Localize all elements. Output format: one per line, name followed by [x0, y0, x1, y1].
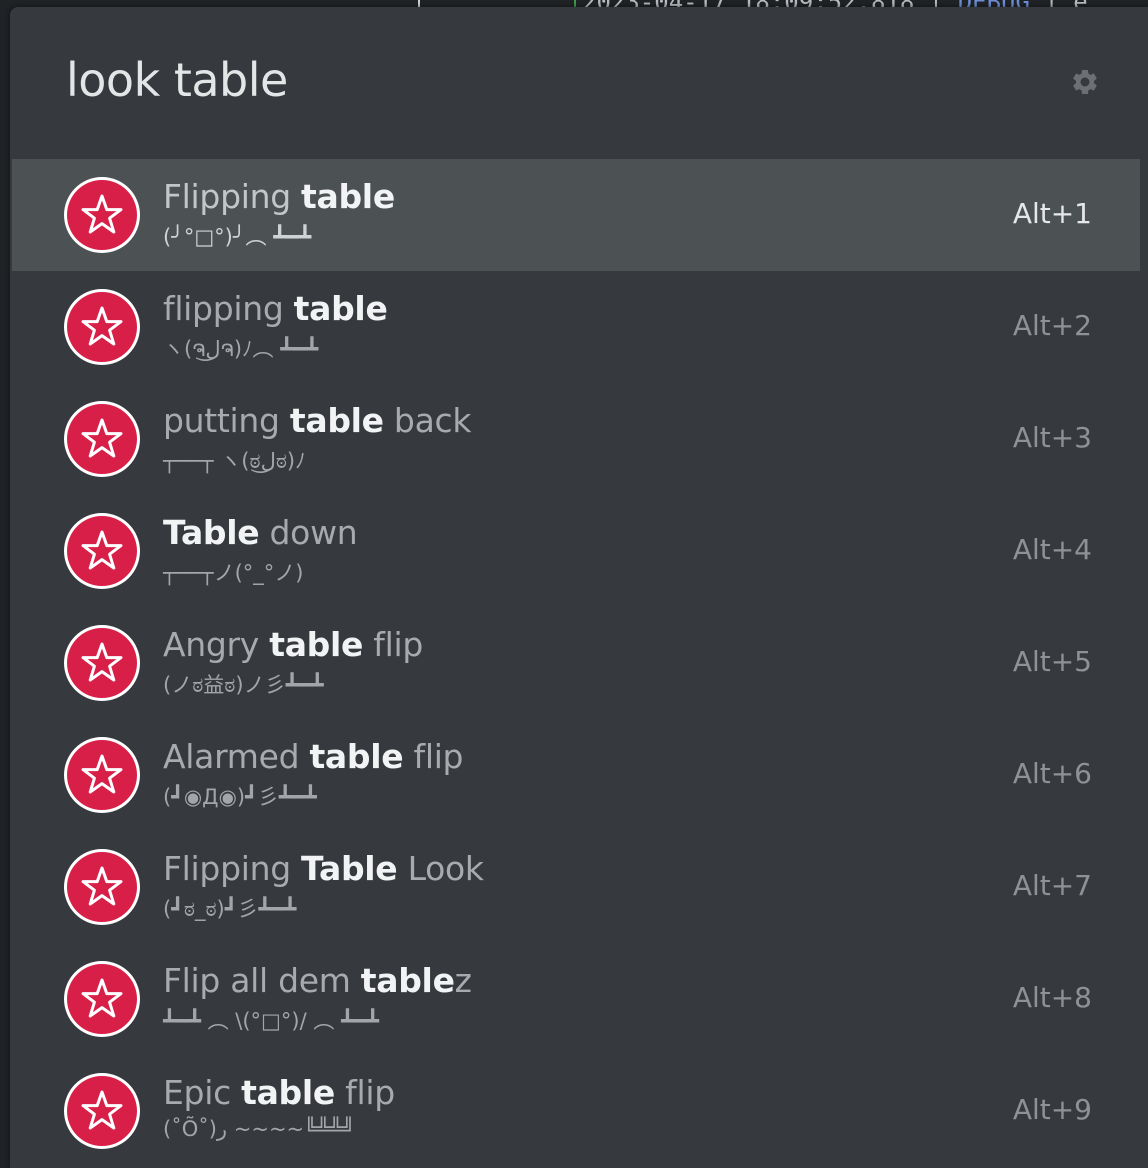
result-title-match: Table — [301, 849, 398, 888]
result-shortcut: Alt+8 — [1012, 981, 1092, 1014]
result-item[interactable]: Alarmed table flip (┛◉Д◉)┛彡┻━┻ Alt+6 — [12, 719, 1140, 831]
result-title-match: table — [293, 289, 388, 328]
result-title-text: Epic — [163, 1073, 242, 1112]
search-input[interactable] — [66, 45, 966, 115]
results-list: Flipping table (╯°□°)╯︵ ┻━┻ Alt+1 flipping … — [12, 159, 1140, 1167]
result-icon — [62, 1071, 142, 1151]
result-title-text: Flip all dem — [163, 961, 361, 1000]
result-title-match: table — [360, 961, 455, 1000]
star-icon — [64, 401, 140, 477]
result-item[interactable]: flipping table ヽ(ຈل͜ຈ)ﾉ︵ ┻━┻ Alt+2 — [12, 271, 1140, 383]
result-icon — [62, 399, 142, 479]
result-shortcut: Alt+7 — [1012, 869, 1092, 902]
star-icon — [64, 177, 140, 253]
result-item[interactable]: Flipping table (╯°□°)╯︵ ┻━┻ Alt+1 — [12, 159, 1140, 271]
result-item[interactable]: Angry table flip (ノಠ益ಠ)ノ彡┻━┻ Alt+5 — [12, 607, 1140, 719]
result-title-match: table — [301, 177, 395, 216]
result-title-text: down — [259, 513, 358, 552]
result-description: (ノಠ益ಠ)ノ彡┻━┻ — [163, 673, 324, 697]
query-bar — [10, 7, 1148, 157]
star-icon — [64, 289, 140, 365]
result-title-text: Angry — [163, 625, 270, 664]
star-icon — [64, 737, 140, 813]
result-title-text: putting — [163, 401, 290, 440]
result-icon — [62, 175, 142, 255]
result-icon — [62, 287, 142, 367]
result-icon — [62, 959, 142, 1039]
result-description: (˚Õ˚)ر ~~~~╚╩╩╝ — [163, 1117, 355, 1141]
result-title: Table down — [163, 513, 358, 552]
launcher-window: Flipping table (╯°□°)╯︵ ┻━┻ Alt+1 flipping … — [10, 7, 1148, 1168]
result-icon — [62, 623, 142, 703]
result-description: ┻━┻ ︵ \(°□°)/ ︵ ┻━┻ — [163, 1009, 379, 1033]
result-description: (┛◉Д◉)┛彡┻━┻ — [163, 785, 317, 809]
result-title-match: table — [241, 1073, 335, 1112]
result-title-match: table — [269, 625, 364, 664]
result-description: ヽ(ຈل͜ຈ)ﾉ︵ ┻━┻ — [163, 337, 319, 361]
result-shortcut: Alt+3 — [1012, 421, 1092, 454]
result-icon — [62, 735, 142, 815]
result-title: flipping table — [163, 289, 388, 328]
result-description: (╯°□°)╯︵ ┻━┻ — [163, 225, 312, 249]
result-title-text: flip — [403, 737, 464, 776]
result-title-text: flip — [363, 625, 423, 664]
result-item[interactable]: Epic table flip (˚Õ˚)ر ~~~~╚╩╩╝ Alt+9 — [12, 1055, 1140, 1167]
result-item[interactable]: Flipping Table Look (┛ಠ_ಠ)┛彡┻━┻ Alt+7 — [12, 831, 1140, 943]
result-item[interactable]: putting table back ┬──┬ ヽ(ಠل͜ಠ)ﾉ Alt+3 — [12, 383, 1140, 495]
result-title-text: z — [454, 961, 472, 1000]
result-shortcut: Alt+1 — [1012, 197, 1092, 230]
gear-icon — [1073, 69, 1097, 94]
result-title-text: flipping — [163, 289, 294, 328]
result-icon — [62, 511, 142, 591]
result-shortcut: Alt+5 — [1012, 645, 1092, 678]
result-title-text: Flipping — [163, 177, 302, 216]
result-title: Flipping table — [163, 177, 395, 216]
result-title-match: table — [309, 737, 404, 776]
result-title-match: Table — [163, 513, 260, 552]
result-title: Alarmed table flip — [163, 737, 464, 776]
result-icon — [62, 847, 142, 927]
result-description: ┬──┬ノ(°_°ノ) — [163, 561, 304, 585]
result-shortcut: Alt+6 — [1012, 757, 1092, 790]
result-description: ┬──┬ ヽ(ಠل͜ಠ)ﾉ — [163, 449, 306, 473]
result-item[interactable]: Table down ┬──┬ノ(°_°ノ) Alt+4 — [12, 495, 1140, 607]
star-icon — [64, 961, 140, 1037]
result-shortcut: Alt+4 — [1012, 533, 1092, 566]
result-item[interactable]: Flip all dem tablez ┻━┻ ︵ \(°□°)/ ︵ ┻━┻ Al… — [12, 943, 1140, 1055]
result-shortcut: Alt+2 — [1012, 309, 1092, 342]
star-icon — [64, 1073, 140, 1149]
result-title: Angry table flip — [163, 625, 423, 664]
result-title-text: Look — [397, 849, 484, 888]
result-title-text: Flipping — [163, 849, 302, 888]
result-title-text: flip — [334, 1073, 395, 1112]
result-title: Flip all dem tablez — [163, 961, 472, 1000]
result-title: Epic table flip — [163, 1073, 395, 1112]
star-icon — [64, 849, 140, 925]
result-description: (┛ಠ_ಠ)┛彡┻━┻ — [163, 897, 297, 921]
result-title-match: table — [289, 401, 384, 440]
result-title: Flipping Table Look — [163, 849, 484, 888]
preferences-button[interactable] — [1068, 65, 1102, 99]
result-title: putting table back — [163, 401, 471, 440]
result-title-text: Alarmed — [163, 737, 310, 776]
star-icon — [64, 625, 140, 701]
result-title-text: back — [383, 401, 472, 440]
result-shortcut: Alt+9 — [1012, 1093, 1092, 1126]
star-icon — [64, 513, 140, 589]
